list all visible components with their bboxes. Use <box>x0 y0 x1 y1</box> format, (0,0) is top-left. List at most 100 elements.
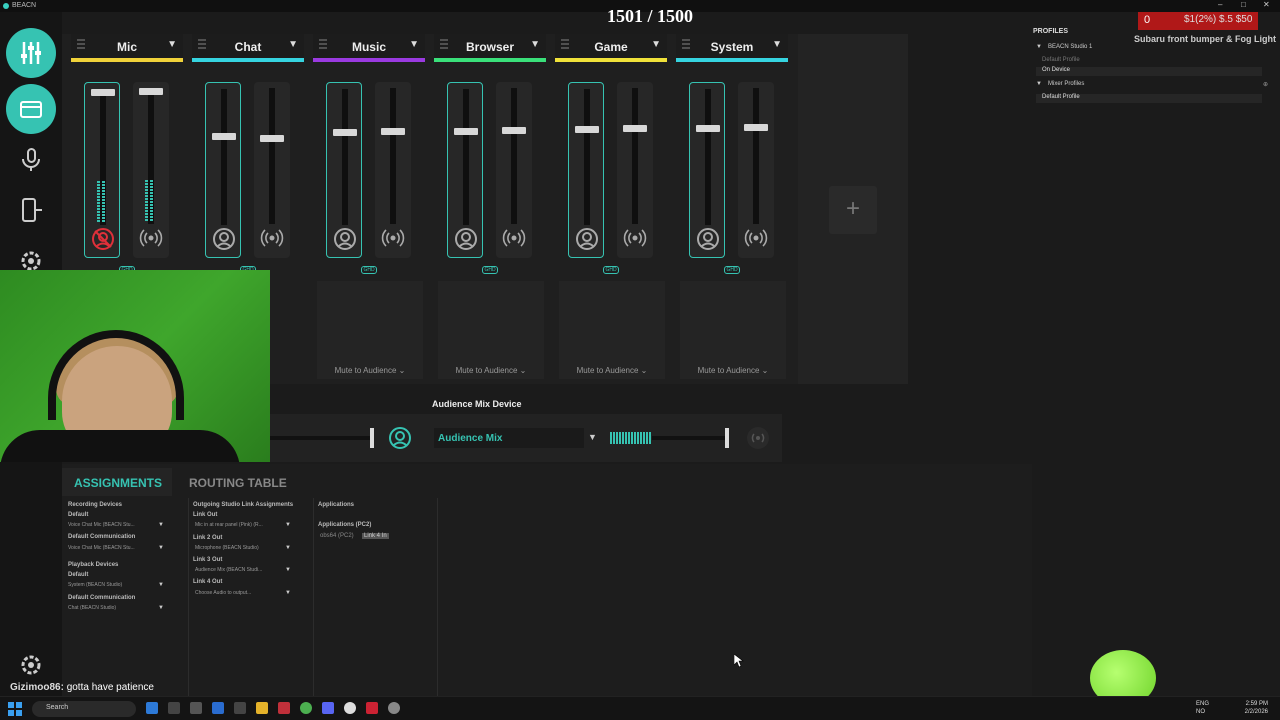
broadcast-icon[interactable] <box>744 226 768 250</box>
chevron-down-icon[interactable]: ▼ <box>167 39 177 50</box>
personal-mix-fader[interactable] <box>205 82 241 258</box>
studio-profile-item[interactable]: BEACN Studio 1 <box>1048 44 1092 50</box>
channel-header[interactable]: Music ▼ <box>313 34 425 58</box>
audience-mix-select[interactable]: Audience Mix <box>434 428 584 448</box>
app-icon[interactable] <box>168 702 180 714</box>
fader-track[interactable] <box>342 89 348 225</box>
fader-track[interactable] <box>390 88 396 224</box>
personal-mix-fader[interactable] <box>568 82 604 258</box>
fader-track[interactable] <box>269 88 275 224</box>
left-fader-track[interactable] <box>270 436 370 440</box>
broadcast-icon[interactable] <box>381 226 405 250</box>
headphone-monitor-icon[interactable] <box>575 227 599 251</box>
personal-mix-fader[interactable] <box>689 82 725 258</box>
personal-mix-fader[interactable] <box>447 82 483 258</box>
fader-knob[interactable] <box>696 125 720 132</box>
fader-knob[interactable] <box>502 127 526 134</box>
ghd-badge[interactable]: GHD <box>361 266 377 274</box>
channel-header[interactable]: Game ▼ <box>555 34 667 58</box>
default-recording-select[interactable]: Voice Chat Mic (BEACN Stu... ▼ <box>68 522 164 531</box>
fader-track[interactable] <box>705 89 711 225</box>
ghd-badge[interactable]: GHD <box>603 266 619 274</box>
fader-knob[interactable] <box>260 135 284 142</box>
chevron-down-icon[interactable]: ▼ <box>409 39 419 50</box>
headphone-monitor-icon[interactable] <box>454 227 478 251</box>
mute-to-audience-select[interactable]: Mute to Audience ⌄ <box>680 366 786 375</box>
ghd-badge[interactable]: GHD <box>724 266 740 274</box>
chevron-down-icon[interactable]: ▼ <box>530 39 540 50</box>
chrome-icon[interactable] <box>300 702 312 714</box>
channel-header[interactable]: System ▼ <box>676 34 788 58</box>
link2-select[interactable]: Microphone (BEACN Studio) ▼ <box>195 545 291 554</box>
ghd-badge[interactable]: GHD <box>482 266 498 274</box>
fader-track[interactable] <box>584 89 590 225</box>
nav-devices-button[interactable] <box>6 84 56 134</box>
link3-select[interactable]: Audience Mix (BEACN Studi... ▼ <box>195 567 291 576</box>
taskbar-search[interactable]: Search <box>32 701 136 717</box>
nav-mixer-button[interactable] <box>6 28 56 78</box>
mute-to-audience-select[interactable]: Mute to Audience ⌄ <box>438 366 544 375</box>
nav-routing-button[interactable] <box>6 185 56 235</box>
headphone-monitor-icon[interactable] <box>696 227 720 251</box>
chevron-down-icon[interactable]: ▼ <box>1036 44 1042 50</box>
beacn-app-icon[interactable] <box>366 702 378 714</box>
app-icon[interactable] <box>278 702 290 714</box>
windows-start-icon[interactable] <box>8 702 22 716</box>
app-icon[interactable] <box>344 702 356 714</box>
stream-mix-fader[interactable] <box>133 82 169 258</box>
fader-knob[interactable] <box>139 88 163 95</box>
link4-select[interactable]: Choose Audio to output... ▼ <box>195 590 291 599</box>
fader-track[interactable] <box>221 89 227 225</box>
broadcast-icon[interactable] <box>623 226 647 250</box>
chevron-down-icon[interactable]: ▼ <box>588 432 597 442</box>
audience-fader-track[interactable] <box>652 436 728 440</box>
close-button[interactable]: ✕ <box>1263 0 1270 9</box>
broadcast-icon[interactable] <box>746 426 770 450</box>
channel-header[interactable]: Chat ▼ <box>192 34 304 58</box>
stream-mix-fader[interactable] <box>496 82 532 258</box>
app-icon[interactable] <box>234 702 246 714</box>
on-device-item[interactable]: On Device <box>1036 67 1262 76</box>
mixer-default-profile-item[interactable]: Default Profile <box>1036 94 1262 103</box>
tab-assignments[interactable]: ASSIGNMENTS <box>74 476 162 490</box>
chevron-down-icon[interactable]: ▼ <box>772 39 782 50</box>
obs-link-badge[interactable]: Link 4 In <box>362 533 389 539</box>
broadcast-icon[interactable] <box>502 226 526 250</box>
minimize-button[interactable]: – <box>1218 0 1222 9</box>
fader-knob[interactable] <box>744 124 768 131</box>
stream-mix-fader[interactable] <box>738 82 774 258</box>
discord-icon[interactable] <box>322 702 334 714</box>
tab-routing-table[interactable]: ROUTING TABLE <box>189 476 287 490</box>
stream-mix-fader[interactable] <box>375 82 411 258</box>
app-icon[interactable] <box>190 702 202 714</box>
default-communication-select[interactable]: Voice Chat Mic (BEACN Stu... ▼ <box>68 545 164 554</box>
mixer-profiles-item[interactable]: Mixer Profiles <box>1048 81 1084 87</box>
edge-icon[interactable] <box>146 702 158 714</box>
clock[interactable]: 2:59 PM 2/2/2026 <box>1245 700 1268 716</box>
settings-app-icon[interactable] <box>388 702 400 714</box>
fader-knob[interactable] <box>623 125 647 132</box>
channel-header[interactable]: Mic ▼ <box>71 34 183 58</box>
broadcast-icon[interactable] <box>260 226 284 250</box>
outlook-icon[interactable] <box>212 702 224 714</box>
mute-to-audience-select[interactable]: Mute to Audience ⌄ <box>317 366 423 375</box>
chevron-down-icon[interactable]: ▼ <box>288 39 298 50</box>
fader-track[interactable] <box>632 88 638 224</box>
headphone-monitor-icon[interactable] <box>212 227 236 251</box>
chevron-down-icon[interactable]: ▼ <box>651 39 661 50</box>
fader-track[interactable] <box>463 89 469 225</box>
broadcast-icon[interactable] <box>139 226 163 250</box>
headphone-monitor-icon[interactable] <box>333 227 357 251</box>
audience-fader-knob[interactable] <box>725 428 729 448</box>
language-indicator[interactable]: ENG NO <box>1196 700 1209 716</box>
fader-knob[interactable] <box>381 128 405 135</box>
maximize-button[interactable]: □ <box>1241 0 1246 9</box>
fader-knob[interactable] <box>212 133 236 140</box>
fader-track[interactable] <box>511 88 517 224</box>
fader-track[interactable] <box>753 88 759 224</box>
channel-header[interactable]: Browser ▼ <box>434 34 546 58</box>
stream-mix-fader[interactable] <box>254 82 290 258</box>
playback-communication-select[interactable]: Chat (BEACN Studio) ▼ <box>68 605 164 614</box>
link1-select[interactable]: Mic in at rear panel (Pink) (R... ▼ <box>195 522 291 531</box>
fader-knob[interactable] <box>575 126 599 133</box>
